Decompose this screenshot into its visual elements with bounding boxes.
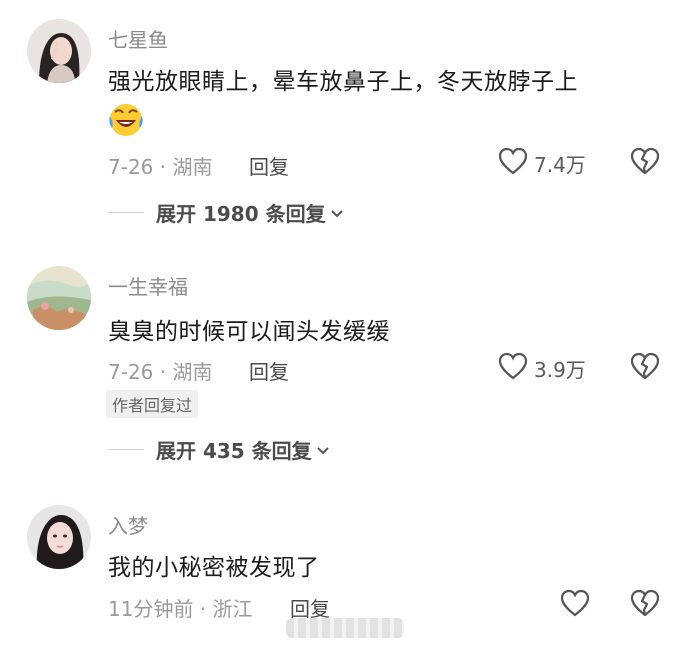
like-button[interactable] xyxy=(560,589,590,622)
like-button[interactable]: 3.9万 xyxy=(498,352,586,385)
avatar[interactable] xyxy=(27,19,91,83)
expand-replies[interactable]: 展开 1980 条回复 xyxy=(108,198,344,227)
divider xyxy=(108,449,144,450)
comment-date-location: 11分钟前 · 浙江 xyxy=(108,597,253,621)
reply-button[interactable]: 回复 xyxy=(249,151,289,180)
expand-replies[interactable]: 展开 435 条回复 xyxy=(108,435,330,464)
username[interactable]: 七星鱼 xyxy=(108,24,168,53)
comment-date-location: 7-26 · 湖南 xyxy=(108,360,213,384)
divider xyxy=(108,212,144,213)
broken-heart-icon xyxy=(630,352,660,384)
chevron-down-icon xyxy=(330,201,344,225)
dislike-button[interactable] xyxy=(630,147,660,179)
expand-replies-label: 展开 435 条回复 xyxy=(156,439,312,463)
like-button[interactable]: 7.4万 xyxy=(498,147,586,180)
chevron-down-icon xyxy=(316,438,330,462)
laughing-crying-emoji xyxy=(108,102,144,142)
avatar[interactable] xyxy=(27,505,91,569)
like-count: 7.4万 xyxy=(534,153,586,177)
like-count: 3.9万 xyxy=(534,358,586,382)
expand-replies-label: 展开 1980 条回复 xyxy=(156,202,326,226)
reply-button[interactable]: 回复 xyxy=(249,356,289,385)
comment-text: 强光放眼睛上，晕车放鼻子上，冬天放脖子上 xyxy=(108,69,578,95)
broken-heart-icon xyxy=(630,589,660,621)
comment-text: 臭臭的时候可以闻头发缓缓 xyxy=(108,319,390,345)
dislike-button[interactable] xyxy=(630,352,660,384)
heart-outline-icon xyxy=(498,352,528,385)
heart-outline-icon xyxy=(498,147,528,180)
heart-outline-icon xyxy=(560,589,590,622)
username[interactable]: 一生幸福 xyxy=(108,271,188,300)
author-replied-badge: 作者回复过 xyxy=(106,390,199,418)
comment-text: 我的小秘密被发现了 xyxy=(108,555,320,581)
dislike-button[interactable] xyxy=(630,589,660,621)
comment-date-location: 7-26 · 湖南 xyxy=(108,155,213,179)
broken-heart-icon xyxy=(630,147,660,179)
avatar[interactable] xyxy=(27,266,91,330)
username[interactable]: 入梦 xyxy=(108,510,148,539)
watermark xyxy=(286,618,404,638)
